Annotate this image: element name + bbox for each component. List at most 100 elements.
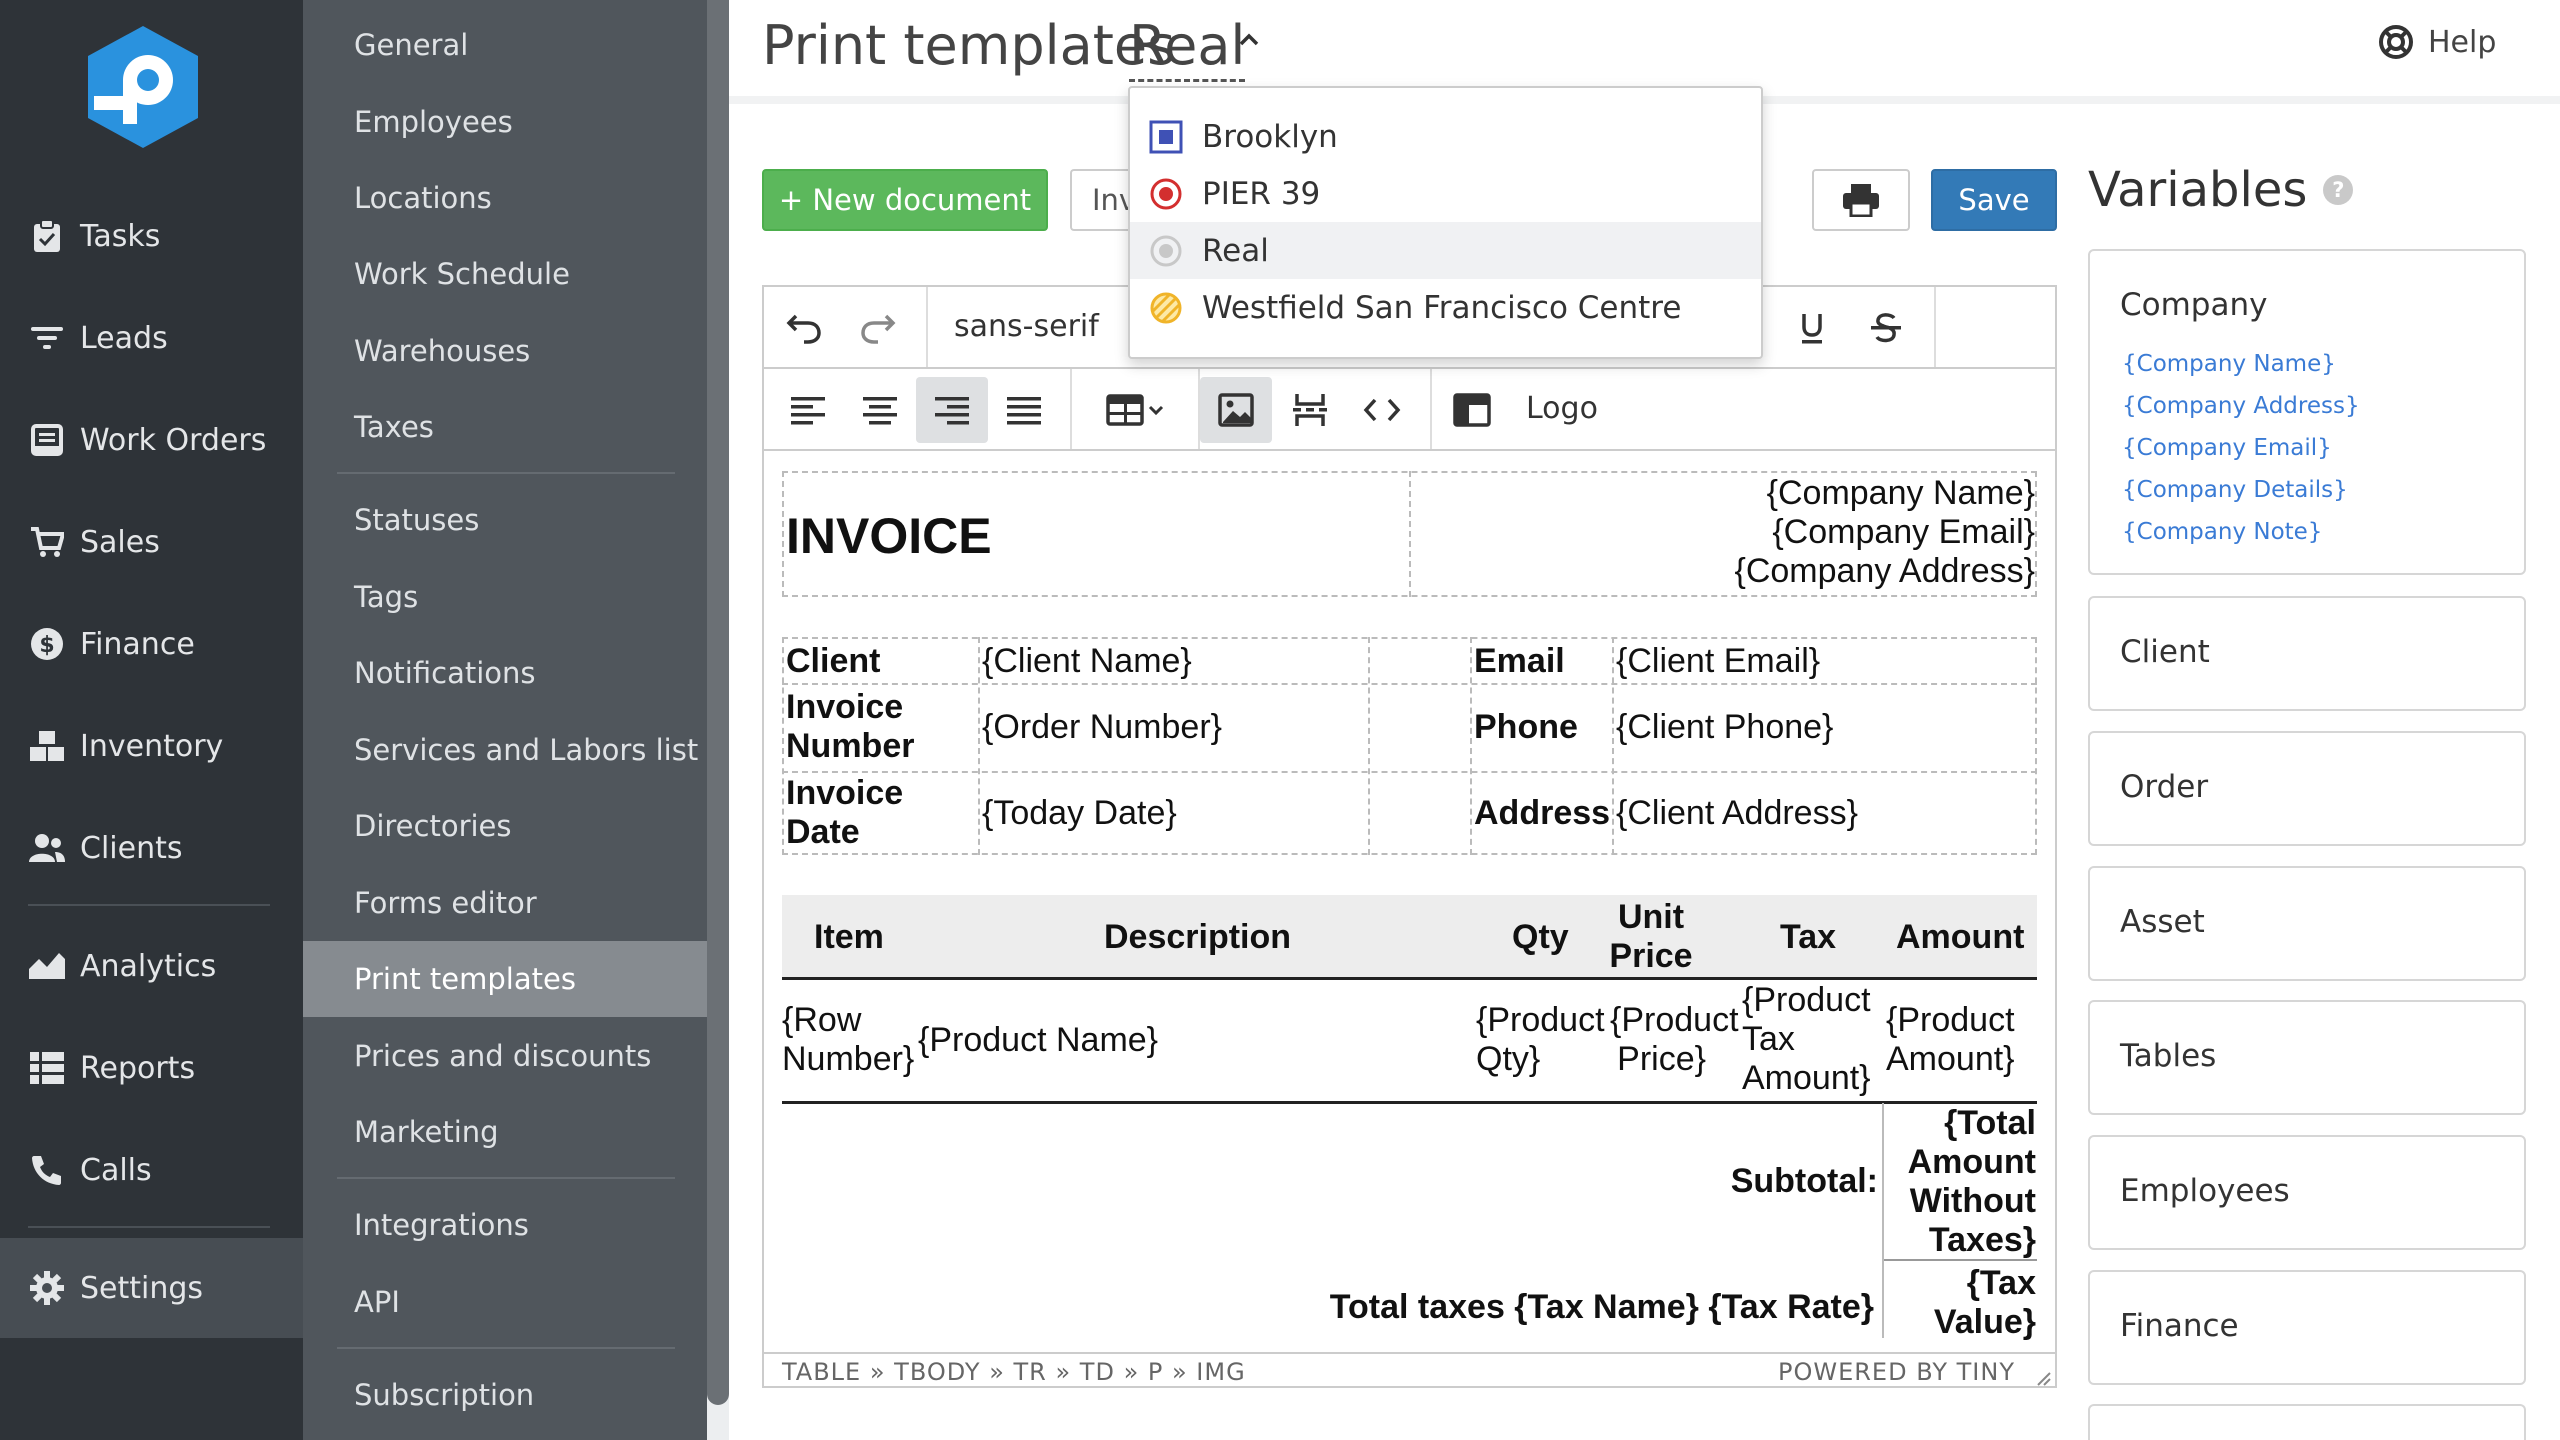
editor-toolbar-row-2: Logo <box>764 369 2055 451</box>
company-name-var: {Company Name} <box>1766 474 2035 512</box>
variable-group-finance[interactable]: Finance <box>2088 1270 2526 1385</box>
nav-clients[interactable]: Clients <box>0 798 303 898</box>
invoice-number-label-line1: Invoice <box>786 688 904 726</box>
justify-button[interactable] <box>988 377 1060 443</box>
undo-button[interactable] <box>768 295 840 361</box>
variable-group-title[interactable]: Company <box>2120 287 2267 323</box>
location-option-real[interactable]: Real <box>1130 222 1761 279</box>
totals-border <box>1882 1103 1884 1338</box>
product-qty-var-line2: Qty} <box>1476 1040 1541 1078</box>
nav-finance[interactable]: $ Finance <box>0 594 303 694</box>
print-button[interactable] <box>1812 169 1910 231</box>
subnav-forms-editor[interactable]: Forms editor <box>303 865 707 941</box>
resize-handle-icon[interactable] <box>2035 1370 2051 1386</box>
strikethrough-icon <box>1871 313 1901 343</box>
lifebuoy-icon <box>2379 25 2413 59</box>
chevron-up-icon[interactable] <box>1236 30 1262 50</box>
page-break-button[interactable] <box>1274 377 1346 443</box>
location-option-pier-39[interactable]: PIER 39 <box>1130 165 1761 222</box>
align-left-button[interactable] <box>772 377 844 443</box>
client-label: Client <box>786 642 881 680</box>
align-center-button[interactable] <box>844 377 916 443</box>
logo-block-button[interactable] <box>1436 377 1508 443</box>
subnav-prices-discounts[interactable]: Prices and discounts <box>303 1018 707 1094</box>
strikethrough-button[interactable] <box>1850 295 1922 361</box>
cell-border <box>1368 637 1370 855</box>
insert-image-button[interactable] <box>1200 377 1272 443</box>
nav-calls[interactable]: Calls <box>0 1120 303 1220</box>
nav-work-orders[interactable]: Work Orders <box>0 390 303 490</box>
redo-icon <box>861 314 896 344</box>
align-right-button[interactable] <box>916 377 988 443</box>
image-icon <box>1218 393 1254 427</box>
subnav-employees[interactable]: Employees <box>303 84 707 160</box>
help-label: Help <box>2428 24 2497 60</box>
column-unit-price-line1: Unit <box>1617 898 1685 936</box>
variable-group-next[interactable] <box>2088 1404 2526 1440</box>
nav-tasks[interactable]: Tasks <box>0 186 303 286</box>
subnav-taxes[interactable]: Taxes <box>303 389 707 465</box>
location-option-westfield[interactable]: Westfield San Francisco Centre <box>1130 279 1761 336</box>
nav-leads[interactable]: Leads <box>0 288 303 388</box>
variable-group-tables[interactable]: Tables <box>2088 1000 2526 1115</box>
variable-group-client[interactable]: Client <box>2088 596 2526 711</box>
subnav-marketing[interactable]: Marketing <box>303 1094 707 1170</box>
subnav-scrollbar-thumb[interactable] <box>707 0 729 1405</box>
gear-icon <box>24 1265 70 1311</box>
subnav-statuses[interactable]: Statuses <box>303 482 707 558</box>
subnav-subscription[interactable]: Subscription <box>303 1357 707 1433</box>
subnav-warehouses[interactable]: Warehouses <box>303 313 707 389</box>
variable-group-asset[interactable]: Asset <box>2088 866 2526 981</box>
location-option-brooklyn[interactable]: Brooklyn <box>1130 108 1761 165</box>
source-code-button[interactable] <box>1346 377 1418 443</box>
font-family-select[interactable]: sans-serif <box>954 309 1099 344</box>
toolbar-divider <box>1430 369 1432 449</box>
subnav-api[interactable]: API <box>303 1264 707 1340</box>
subnav-integrations[interactable]: Integrations <box>303 1187 707 1263</box>
nav-sales[interactable]: Sales <box>0 492 303 592</box>
document-canvas[interactable]: INVOICE {Company Name} {Company Email} {… <box>764 453 2055 1341</box>
subnav-print-templates[interactable]: Print templates <box>303 941 707 1017</box>
cell-border <box>1612 637 1614 855</box>
help-link[interactable]: Help <box>2378 24 2496 60</box>
variable-company-name[interactable]: {Company Name} <box>2122 351 2336 377</box>
powered-by-link[interactable]: POWERED BY TINY <box>1778 1358 2015 1386</box>
nav-analytics[interactable]: Analytics <box>0 916 303 1016</box>
main-nav: Tasks Leads Work Orders Sales $ Finance … <box>0 0 303 1440</box>
new-document-button[interactable]: + New document <box>762 169 1048 231</box>
column-amount: Amount <box>1896 918 2025 956</box>
location-switcher[interactable]: Real <box>1129 14 1246 82</box>
nav-reports[interactable]: Reports <box>0 1018 303 1118</box>
subnav-work-schedule[interactable]: Work Schedule <box>303 236 707 312</box>
subnav-services-labors[interactable]: Services and Labors list <box>303 712 707 788</box>
phone-label: Phone <box>1474 708 1578 746</box>
toolbar-divider <box>1070 369 1072 449</box>
save-button[interactable]: Save <box>1931 169 2057 231</box>
variable-company-address[interactable]: {Company Address} <box>2122 393 2360 419</box>
variable-group-employees[interactable]: Employees <box>2088 1135 2526 1250</box>
invoice-date-label-line1: Invoice <box>786 774 904 812</box>
subnav-tags[interactable]: Tags <box>303 559 707 635</box>
row-number-var-line2: Number} <box>782 1040 915 1078</box>
subnav-directories[interactable]: Directories <box>303 788 707 864</box>
underline-button[interactable] <box>1776 295 1848 361</box>
redo-button[interactable] <box>842 295 914 361</box>
variable-company-note[interactable]: {Company Note} <box>2122 519 2322 545</box>
variable-company-details[interactable]: {Company Details} <box>2122 477 2348 503</box>
subnav-general[interactable]: General <box>303 7 707 83</box>
nav-divider <box>28 904 270 906</box>
nav-inventory[interactable]: Inventory <box>0 696 303 796</box>
align-left-icon <box>791 397 825 425</box>
nav-settings[interactable]: Settings <box>0 1238 303 1338</box>
subnav-locations[interactable]: Locations <box>303 160 707 236</box>
element-path[interactable]: TABLE » TBODY » TR » TD » P » IMG <box>782 1358 1246 1386</box>
square-icon <box>1148 119 1184 155</box>
subnav-notifications[interactable]: Notifications <box>303 635 707 711</box>
table-menu-button[interactable] <box>1086 377 1186 443</box>
tax-value-var-line2: Value} <box>1933 1303 2036 1341</box>
variable-group-order[interactable]: Order <box>2088 731 2526 846</box>
table-rule <box>782 1101 2037 1104</box>
app-logo[interactable] <box>82 22 204 152</box>
variable-company-email[interactable]: {Company Email} <box>2122 435 2332 461</box>
help-icon[interactable]: ? <box>2323 175 2354 205</box>
